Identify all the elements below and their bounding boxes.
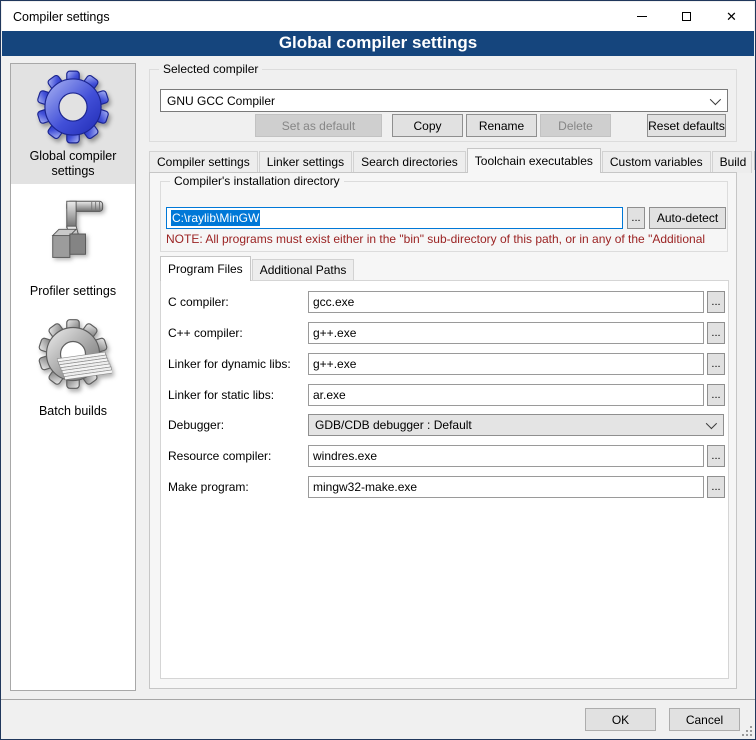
tab-compiler-settings[interactable]: Compiler settings xyxy=(149,151,258,173)
compiler-buttons-row: Set as default Copy Rename Delete Reset … xyxy=(150,114,726,137)
cancel-button[interactable]: Cancel xyxy=(669,708,740,731)
cpp-compiler-input[interactable]: g++.exe xyxy=(308,322,704,344)
chevron-down-icon xyxy=(706,418,717,429)
program-files-panel: C compiler: gcc.exe ... C++ compiler: g+… xyxy=(160,280,729,679)
selected-compiler-group: Selected compiler GNU GCC Compiler Set a… xyxy=(149,69,737,142)
form-row: C compiler: gcc.exe ... xyxy=(161,291,728,313)
install-dir-browse-button[interactable]: ... xyxy=(627,207,645,229)
compiler-select[interactable]: GNU GCC Compiler xyxy=(160,89,728,112)
delete-button[interactable]: Delete xyxy=(540,114,611,137)
footer-divider xyxy=(1,699,755,700)
chevron-down-icon xyxy=(710,93,721,104)
install-dir-input[interactable]: C:\raylib\MinGW xyxy=(166,207,623,229)
settings-category-list: Global compiler settings xyxy=(10,63,136,691)
make-program-label: Make program: xyxy=(168,476,249,498)
tab-toolchain-executables[interactable]: Toolchain executables xyxy=(467,148,601,173)
tab-build-options[interactable]: Build xyxy=(712,151,752,173)
cpp-compiler-label: C++ compiler: xyxy=(168,322,243,344)
settings-tab-bar: Compiler settings Linker settings Search… xyxy=(149,148,756,173)
dialog-header: Global compiler settings xyxy=(2,31,754,56)
compiler-select-value: GNU GCC Compiler xyxy=(167,94,275,108)
c-compiler-browse-button[interactable]: ... xyxy=(707,291,725,313)
form-row: Debugger: GDB/CDB debugger : Default xyxy=(161,414,728,436)
c-compiler-value: gcc.exe xyxy=(313,295,354,309)
sidebar-item-profiler-settings[interactable]: Profiler settings xyxy=(11,184,135,304)
sidebar-item-label: Global compiler settings xyxy=(11,149,135,179)
debugger-value: GDB/CDB debugger : Default xyxy=(315,418,472,432)
rename-button[interactable]: Rename xyxy=(466,114,537,137)
dynamic-linker-browse-button[interactable]: ... xyxy=(707,353,725,375)
blue-gear-icon xyxy=(34,68,112,146)
c-compiler-input[interactable]: gcc.exe xyxy=(308,291,704,313)
copy-button[interactable]: Copy xyxy=(392,114,463,137)
tab-program-files[interactable]: Program Files xyxy=(160,256,251,281)
debugger-label: Debugger: xyxy=(168,414,224,436)
resource-compiler-input[interactable]: windres.exe xyxy=(308,445,704,467)
sidebar-item-label: Profiler settings xyxy=(26,284,120,299)
compiler-settings-dialog: Compiler settings ✕ Global compiler sett… xyxy=(0,0,756,740)
dynamic-linker-input[interactable]: g++.exe xyxy=(308,353,704,375)
dynamic-linker-label: Linker for dynamic libs: xyxy=(168,353,291,375)
form-row: Linker for static libs: ar.exe ... xyxy=(161,384,728,406)
install-dir-value: C:\raylib\MinGW xyxy=(171,210,260,226)
static-linker-label: Linker for static libs: xyxy=(168,384,274,406)
maximize-icon xyxy=(682,12,691,21)
resource-compiler-browse-button[interactable]: ... xyxy=(707,445,725,467)
make-program-value: mingw32-make.exe xyxy=(313,480,417,494)
reset-defaults-button[interactable]: Reset defaults xyxy=(647,114,726,137)
maximize-button[interactable] xyxy=(664,2,709,31)
c-compiler-label: C compiler: xyxy=(168,291,229,313)
form-row: Make program: mingw32-make.exe ... xyxy=(161,476,728,498)
caliper-icon xyxy=(34,195,112,273)
ok-button[interactable]: OK xyxy=(585,708,656,731)
minimize-button[interactable] xyxy=(619,2,664,31)
tab-linker-settings[interactable]: Linker settings xyxy=(259,151,352,173)
program-tabs-bar: Program Files Additional Paths xyxy=(160,256,355,281)
static-linker-value: ar.exe xyxy=(313,388,346,402)
auto-detect-button[interactable]: Auto-detect xyxy=(649,207,726,229)
installation-directory-group: Compiler's installation directory C:\ray… xyxy=(160,181,728,252)
tab-additional-paths[interactable]: Additional Paths xyxy=(252,259,355,281)
resource-compiler-value: windres.exe xyxy=(313,449,377,463)
set-as-default-button[interactable]: Set as default xyxy=(255,114,382,137)
sidebar-item-global-compiler-settings[interactable]: Global compiler settings xyxy=(11,64,135,184)
window-title: Compiler settings xyxy=(2,10,110,24)
resize-grip[interactable] xyxy=(741,725,753,737)
form-row: C++ compiler: g++.exe ... xyxy=(161,322,728,344)
window-controls: ✕ xyxy=(619,2,754,31)
make-program-input[interactable]: mingw32-make.exe xyxy=(308,476,704,498)
title-bar: Compiler settings ✕ xyxy=(2,2,754,31)
cpp-compiler-browse-button[interactable]: ... xyxy=(707,322,725,344)
install-dir-note: NOTE: All programs must exist either in … xyxy=(166,232,726,246)
dynamic-linker-value: g++.exe xyxy=(313,357,356,371)
close-button[interactable]: ✕ xyxy=(709,2,754,31)
sidebar-item-label: Batch builds xyxy=(35,404,111,419)
gray-gear-stack-icon xyxy=(34,315,112,393)
toolchain-executables-panel: Compiler's installation directory C:\ray… xyxy=(149,172,737,689)
minimize-icon xyxy=(637,16,647,17)
form-row: Resource compiler: windres.exe ... xyxy=(161,445,728,467)
sidebar-item-batch-builds[interactable]: Batch builds xyxy=(11,304,135,424)
make-program-browse-button[interactable]: ... xyxy=(707,476,725,498)
static-linker-input[interactable]: ar.exe xyxy=(308,384,704,406)
tab-search-directories[interactable]: Search directories xyxy=(353,151,466,173)
form-row: Linker for dynamic libs: g++.exe ... xyxy=(161,353,728,375)
cpp-compiler-value: g++.exe xyxy=(313,326,356,340)
close-icon: ✕ xyxy=(726,10,737,23)
debugger-select[interactable]: GDB/CDB debugger : Default xyxy=(308,414,724,436)
tab-custom-variables[interactable]: Custom variables xyxy=(602,151,711,173)
static-linker-browse-button[interactable]: ... xyxy=(707,384,725,406)
group-legend: Selected compiler xyxy=(159,62,262,77)
group-legend: Compiler's installation directory xyxy=(170,174,344,189)
resource-compiler-label: Resource compiler: xyxy=(168,445,271,467)
